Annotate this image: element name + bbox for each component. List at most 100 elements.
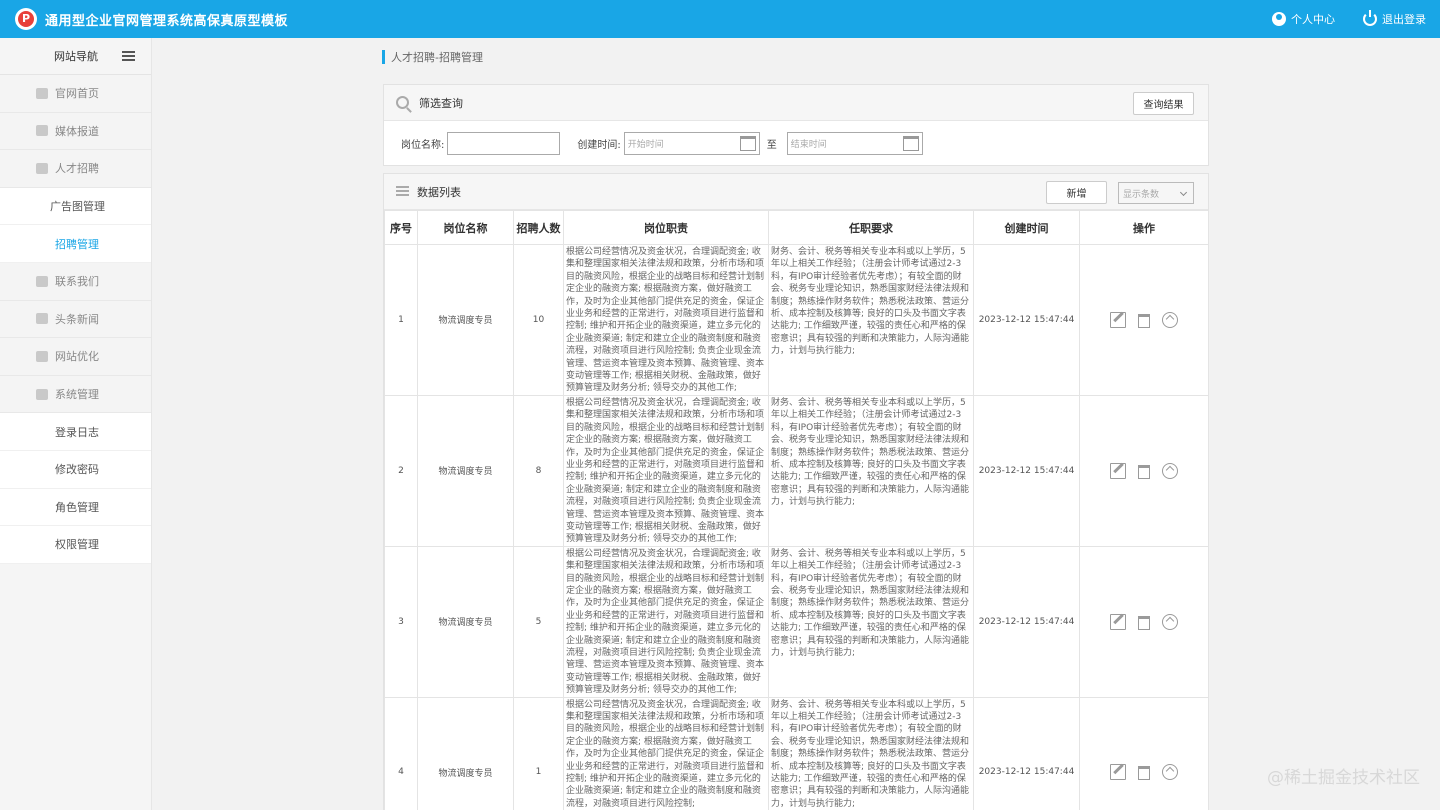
cell-time: 2023-12-12 15:47:44 (973, 394, 1080, 547)
end-date-input[interactable]: 结束时间 (786, 131, 923, 155)
table-row: 3 物流调度专员 5 根据公司经营情况及资金状况，合理调配资金; 收集和整理国家… (384, 545, 1209, 698)
breadcrumb: 人才招聘-招聘管理 (382, 50, 483, 64)
list-panel: 数据列表 新增 显示条数 序号 岗位名称 招聘人数 岗位职责 任职要求 创建时间… (383, 173, 1209, 810)
collapse-menu-icon[interactable] (122, 51, 135, 61)
edit-icon[interactable] (1110, 311, 1126, 328)
cell-name: 物流调度专员 (417, 244, 514, 396)
col-header: 任职要求 (768, 210, 974, 245)
filter-row: 岗位名称: 创建时间: 开始时间 至 结束时间 (384, 121, 1208, 165)
job-name-input[interactable] (447, 131, 561, 155)
graduation-cap-icon (36, 162, 48, 174)
cell-no: 2 (384, 394, 418, 547)
sidebar-sub-recruit-manage[interactable]: 招聘管理 (0, 225, 151, 263)
top-actions: 个人中心 退出登录 (1272, 0, 1426, 38)
col-header: 招聘人数 (513, 210, 564, 245)
sidebar: 网站导航 官网首页 媒体报道 人才招聘 广告图管理 招聘管理 联系我们 头条新闻… (0, 38, 152, 810)
list-icon (396, 186, 409, 197)
edit-icon[interactable] (1110, 764, 1126, 781)
cell-count: 8 (513, 394, 564, 547)
cell-duty: 根据公司经营情况及资金状况，合理调配资金; 收集和整理国家相关法律法规和政策，分… (563, 545, 769, 698)
logout-link[interactable]: 退出登录 (1363, 10, 1426, 27)
sidebar-item-contact[interactable]: 联系我们 (0, 262, 151, 301)
sidebar-sub-permissions[interactable]: 权限管理 (0, 526, 151, 564)
table-header-row: 序号 岗位名称 招聘人数 岗位职责 任职要求 创建时间 操作 (384, 210, 1209, 245)
sidebar-sub-roles[interactable]: 角色管理 (0, 488, 151, 527)
sidebar-item-home[interactable]: 官网首页 (0, 75, 151, 113)
cell-duty: 根据公司经营情况及资金状况，合理调配资金; 收集和整理国家相关法律法规和政策，分… (563, 244, 769, 396)
top-bar: P 通用型企业官网管理系统高保真原型模板 个人中心 退出登录 (0, 0, 1440, 38)
cell-no: 1 (384, 244, 418, 396)
query-button[interactable]: 查询结果 (1133, 92, 1194, 115)
watermark: @稀土掘金技术社区 (1267, 768, 1420, 788)
arrow-up-circle-icon[interactable] (1162, 311, 1178, 328)
filter-title: 筛选查询 (419, 96, 463, 110)
edit-icon[interactable] (1110, 613, 1126, 630)
sidebar-sub-password[interactable]: 修改密码 (0, 450, 151, 489)
cell-requirements: 财务、会计、税务等相关专业本科或以上学历，5年以上相关工作经验；（注册会计师考试… (768, 244, 974, 396)
sidebar-item-media[interactable]: 媒体报道 (0, 112, 151, 151)
cell-requirements: 财务、会计、税务等相关专业本科或以上学历，5年以上相关工作经验；（注册会计师考试… (768, 696, 974, 810)
cell-actions (1079, 545, 1209, 698)
page-size-select[interactable]: 显示条数 (1118, 182, 1194, 204)
sidebar-item-label: 官网首页 (55, 87, 99, 101)
cell-time: 2023-12-12 15:47:44 (973, 696, 1080, 810)
sidebar-item-seo[interactable]: 网站优化 (0, 338, 151, 376)
trash-icon[interactable] (1138, 615, 1150, 630)
user-icon (1272, 12, 1286, 26)
sidebar-item-system[interactable]: 系统管理 (0, 375, 151, 414)
col-header: 创建时间 (973, 210, 1080, 245)
col-header: 岗位名称 (417, 210, 514, 245)
sidebar-header: 网站导航 (0, 38, 151, 75)
sidebar-title: 网站导航 (54, 50, 98, 63)
gear-icon (36, 388, 48, 400)
cell-no: 3 (384, 545, 418, 698)
trash-icon[interactable] (1138, 464, 1150, 479)
date-separator: 至 (766, 139, 777, 151)
calendar-icon[interactable] (902, 135, 919, 151)
cell-count: 10 (513, 244, 564, 396)
trash-icon[interactable] (1138, 313, 1150, 328)
sidebar-item-label: 网站优化 (55, 350, 99, 364)
list-header: 数据列表 新增 显示条数 (384, 174, 1208, 210)
job-name-label: 岗位名称: (401, 139, 445, 151)
grid-icon (36, 125, 48, 137)
arrow-up-circle-icon[interactable] (1162, 462, 1178, 479)
cell-name: 物流调度专员 (417, 545, 514, 698)
sidebar-item-news[interactable]: 头条新闻 (0, 300, 151, 339)
app-title: 通用型企业官网管理系统高保真原型模板 (45, 13, 289, 29)
logout-label: 退出登录 (1382, 13, 1426, 26)
cell-duty: 根据公司经营情况及资金状况，合理调配资金; 收集和整理国家相关法律法规和政策，分… (563, 394, 769, 547)
cell-requirements: 财务、会计、税务等相关专业本科或以上学历，5年以上相关工作经验；（注册会计师考试… (768, 545, 974, 698)
cell-time: 2023-12-12 15:47:44 (973, 244, 1080, 396)
search-icon (396, 96, 409, 109)
sidebar-item-label: 系统管理 (55, 388, 99, 402)
arrow-up-circle-icon[interactable] (1162, 613, 1178, 630)
col-header: 岗位职责 (563, 210, 769, 245)
profile-link[interactable]: 个人中心 (1272, 11, 1335, 27)
sidebar-sub-login-log[interactable]: 登录日志 (0, 413, 151, 451)
edit-icon[interactable] (1110, 462, 1126, 479)
sidebar-item-label: 头条新闻 (55, 312, 99, 326)
logo-icon: P (15, 8, 37, 30)
table-row: 1 物流调度专员 10 根据公司经营情况及资金状况，合理调配资金; 收集和整理国… (384, 244, 1209, 396)
sidebar-item-label: 媒体报道 (55, 124, 99, 138)
cell-time: 2023-12-12 15:47:44 (973, 545, 1080, 698)
table-row: 2 物流调度专员 8 根据公司经营情况及资金状况，合理调配资金; 收集和整理国家… (384, 394, 1209, 547)
start-date-input[interactable]: 开始时间 (623, 131, 760, 155)
trash-icon[interactable] (1138, 766, 1150, 781)
sidebar-sub-ads[interactable]: 广告图管理 (0, 187, 151, 226)
cell-actions (1079, 696, 1209, 810)
cell-count: 5 (513, 545, 564, 698)
sidebar-item-recruit[interactable]: 人才招聘 (0, 150, 151, 188)
home-icon (36, 87, 48, 99)
filter-header: 筛选查询 查询结果 (384, 85, 1208, 121)
power-icon (1363, 10, 1377, 26)
sidebar-item-label: 联系我们 (55, 275, 99, 289)
cell-count: 1 (513, 696, 564, 810)
seo-icon (36, 350, 48, 362)
main-content: 人才招聘-招聘管理 筛选查询 查询结果 岗位名称: 创建时间: 开始时间 至 结… (152, 38, 1440, 810)
col-header: 操作 (1079, 210, 1209, 245)
add-button[interactable]: 新增 (1046, 181, 1107, 204)
arrow-up-circle-icon[interactable] (1162, 764, 1178, 781)
calendar-icon[interactable] (739, 135, 756, 151)
